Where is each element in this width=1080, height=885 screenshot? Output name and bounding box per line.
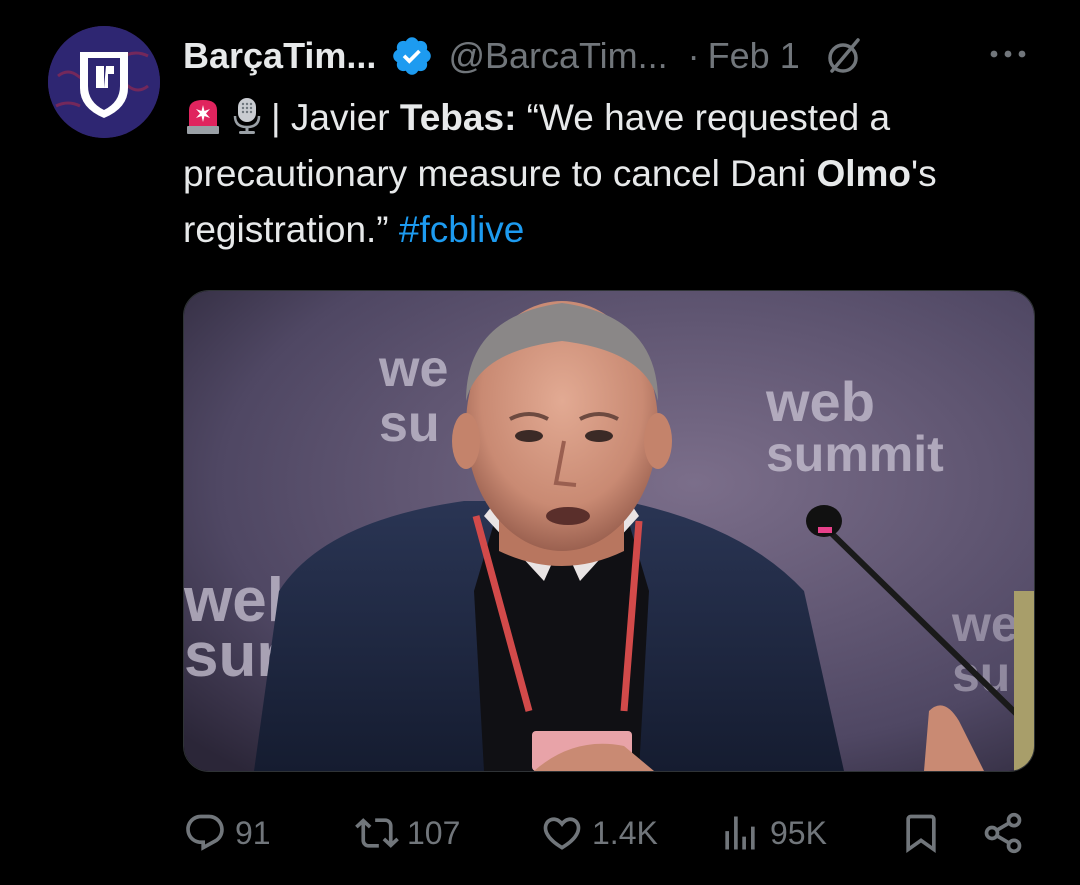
heart-icon — [543, 817, 581, 850]
svg-text:su: su — [379, 395, 440, 453]
like-button[interactable]: 1.4K — [540, 808, 658, 858]
tweet-text-name-tebas: Tebas — [399, 97, 505, 138]
reply-count: 91 — [235, 814, 271, 851]
tweet-action-bar: 91 107 1.4K 95K — [183, 808, 1033, 858]
svg-text:summit: summit — [766, 426, 944, 482]
siren-emoji — [187, 100, 219, 134]
user-handle[interactable]: @BarcaTim... — [448, 35, 667, 77]
reply-icon — [186, 814, 224, 851]
tweet-header: BarçaTim... @BarcaTim... · Feb 1 — [183, 30, 866, 82]
tweet-text-name-olmo: Olmo — [816, 153, 912, 194]
bookmark-icon — [906, 814, 936, 854]
tweet-date[interactable]: Feb 1 — [708, 35, 800, 77]
repost-count: 107 — [407, 814, 461, 851]
grok-icon[interactable] — [822, 34, 866, 78]
verified-badge-icon — [393, 37, 432, 75]
svg-text:web: web — [765, 370, 875, 433]
bookmark-button[interactable] — [899, 808, 943, 858]
microphone-emoji — [233, 98, 261, 134]
separator-dot: · — [687, 35, 700, 76]
more-icon[interactable] — [986, 42, 1030, 66]
share-button[interactable] — [981, 808, 1025, 858]
svg-text:we: we — [951, 596, 1019, 652]
avatar[interactable] — [48, 26, 160, 138]
photo-speaker-at-conference: we su web summit wel sur we su — [184, 291, 1034, 771]
view-count: 95K — [770, 814, 827, 851]
svg-text:we: we — [378, 340, 448, 398]
display-name[interactable]: BarçaTim... — [183, 35, 376, 77]
hashtag-link[interactable]: #fcblive — [399, 209, 524, 250]
views-icon — [725, 816, 755, 850]
like-count: 1.4K — [592, 814, 658, 851]
repost-button[interactable]: 107 — [355, 808, 460, 858]
tweet-text: | Javier Tebas: “We have requested a pre… — [183, 90, 1043, 258]
svg-text:sur: sur — [184, 621, 280, 690]
share-icon — [984, 812, 1022, 854]
tweet-text-prefix: | Javier — [271, 97, 400, 138]
tweet-text-colon: : — [504, 97, 517, 138]
tweet-media-image[interactable]: we su web summit wel sur we su — [183, 290, 1035, 772]
svg-text:su: su — [952, 646, 1010, 702]
barca-times-logo-icon — [48, 26, 160, 138]
reply-button[interactable]: 91 — [183, 808, 271, 858]
repost-icon — [355, 818, 399, 848]
tweet[interactable]: BarçaTim... @BarcaTim... · Feb 1 | Javie… — [0, 0, 1080, 885]
views-button[interactable]: 95K — [718, 808, 827, 858]
